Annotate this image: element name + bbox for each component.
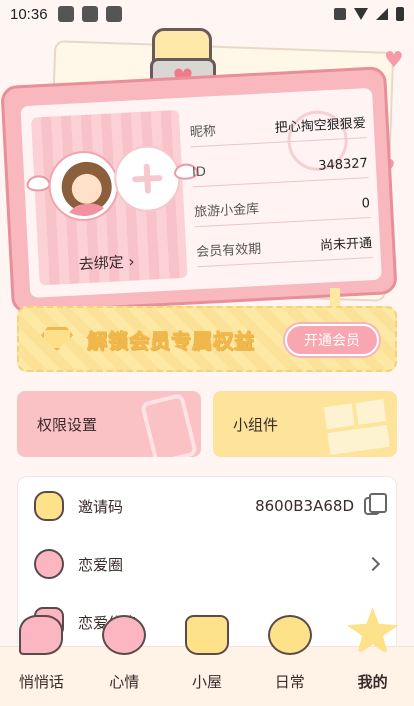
permissions-tile[interactable]: 权限设置 bbox=[17, 391, 201, 457]
id-value: 348327 bbox=[317, 156, 369, 174]
invite-code-value: 8600B3A68D bbox=[255, 497, 354, 515]
gear-flower-icon bbox=[34, 491, 64, 521]
add-partner-button[interactable] bbox=[112, 144, 183, 214]
profile-id-card: 去绑定 › 昵称 把心掏空狠狠爱 ID 348327 旅游小金库 0 会员有效期… bbox=[0, 66, 398, 314]
daily-clock-icon bbox=[267, 615, 312, 655]
tab-mine[interactable]: 我的 bbox=[331, 607, 414, 706]
status-bar: 10:36 bbox=[0, 0, 414, 28]
couple-photo-box: 去绑定 › bbox=[26, 109, 199, 286]
mood-face-icon bbox=[102, 615, 147, 655]
phone-icon bbox=[139, 392, 199, 457]
plus-icon bbox=[132, 163, 164, 195]
app-icon bbox=[105, 6, 122, 22]
profile-info: 昵称 把心掏空狠狠爱 ID 348327 旅游小金库 0 会员有效期 尚未开通 bbox=[188, 98, 373, 268]
nickname-value: 把心掏空狠狠爱 bbox=[274, 116, 367, 136]
invite-label: 邀请码 bbox=[78, 497, 124, 516]
vip-expiry-row: 会员有效期 尚未开通 bbox=[194, 218, 373, 268]
tab-label: 我的 bbox=[357, 673, 388, 691]
chevron-right-icon bbox=[365, 556, 381, 572]
love-circle-label: 恋爱圈 bbox=[78, 555, 124, 574]
widget-tile[interactable]: 小组件 bbox=[213, 391, 397, 457]
field-label: 昵称 bbox=[189, 124, 217, 141]
tab-label: 心情 bbox=[109, 673, 140, 691]
profile-card-area: ♥ ♥ ♥ 去绑定 › 昵称 bbox=[0, 28, 414, 318]
battery-icon bbox=[396, 7, 404, 21]
wifi-icon bbox=[354, 8, 368, 20]
widget-label: 小组件 bbox=[233, 415, 279, 434]
vip-banner-text: 解锁会员专属权益 bbox=[87, 328, 255, 353]
tab-whisper[interactable]: 悄悄话 bbox=[0, 615, 83, 706]
briefcase-icon bbox=[334, 8, 346, 20]
vip-banner[interactable]: 解锁会员专属权益 开通会员 bbox=[17, 306, 397, 372]
signal-icon bbox=[376, 8, 388, 20]
list-item-invite-code[interactable]: 邀请码 8600B3A68D bbox=[18, 477, 396, 535]
vip-expiry-value: 尚未开通 bbox=[319, 236, 373, 254]
status-indicators bbox=[334, 7, 404, 21]
chat-bubble-heart-icon bbox=[19, 615, 64, 655]
wing-icon bbox=[26, 174, 51, 193]
chevron-right-icon: › bbox=[127, 252, 135, 271]
status-time: 10:36 bbox=[10, 5, 48, 23]
tab-label: 小屋 bbox=[191, 673, 222, 691]
notification-icon bbox=[57, 6, 74, 22]
tab-daily[interactable]: 日常 bbox=[248, 615, 331, 706]
field-label: ID bbox=[191, 164, 207, 181]
bind-partner-link[interactable]: 去绑定 › bbox=[78, 250, 135, 274]
planet-icon bbox=[34, 549, 64, 579]
field-label: 会员有效期 bbox=[195, 241, 262, 261]
permissions-label: 权限设置 bbox=[37, 415, 98, 434]
id-card-inner: 去绑定 › 昵称 把心掏空狠狠爱 ID 348327 旅游小金库 0 会员有效期… bbox=[20, 87, 382, 298]
tab-label: 日常 bbox=[274, 673, 305, 691]
list-item-love-circle[interactable]: 恋爱圈 bbox=[18, 535, 396, 593]
copy-icon[interactable] bbox=[364, 493, 387, 515]
app-icon bbox=[81, 6, 98, 22]
house-icon bbox=[184, 615, 229, 655]
bind-link-label: 去绑定 bbox=[78, 253, 125, 274]
widget-grid-icon bbox=[323, 399, 391, 457]
open-vip-button[interactable]: 开通会员 bbox=[285, 324, 379, 356]
tab-mood[interactable]: 心情 bbox=[83, 615, 166, 706]
avatar[interactable] bbox=[48, 151, 119, 221]
bottom-nav: 悄悄话 心情 小屋 日常 我的 bbox=[0, 607, 414, 706]
tab-house[interactable]: 小屋 bbox=[166, 615, 249, 706]
field-label: 旅游小金库 bbox=[193, 201, 260, 221]
heart-icon: ♥ bbox=[384, 48, 404, 73]
travel-fund-value: 0 bbox=[361, 196, 371, 212]
tab-label: 悄悄话 bbox=[18, 673, 64, 691]
diamond-icon bbox=[41, 327, 73, 351]
